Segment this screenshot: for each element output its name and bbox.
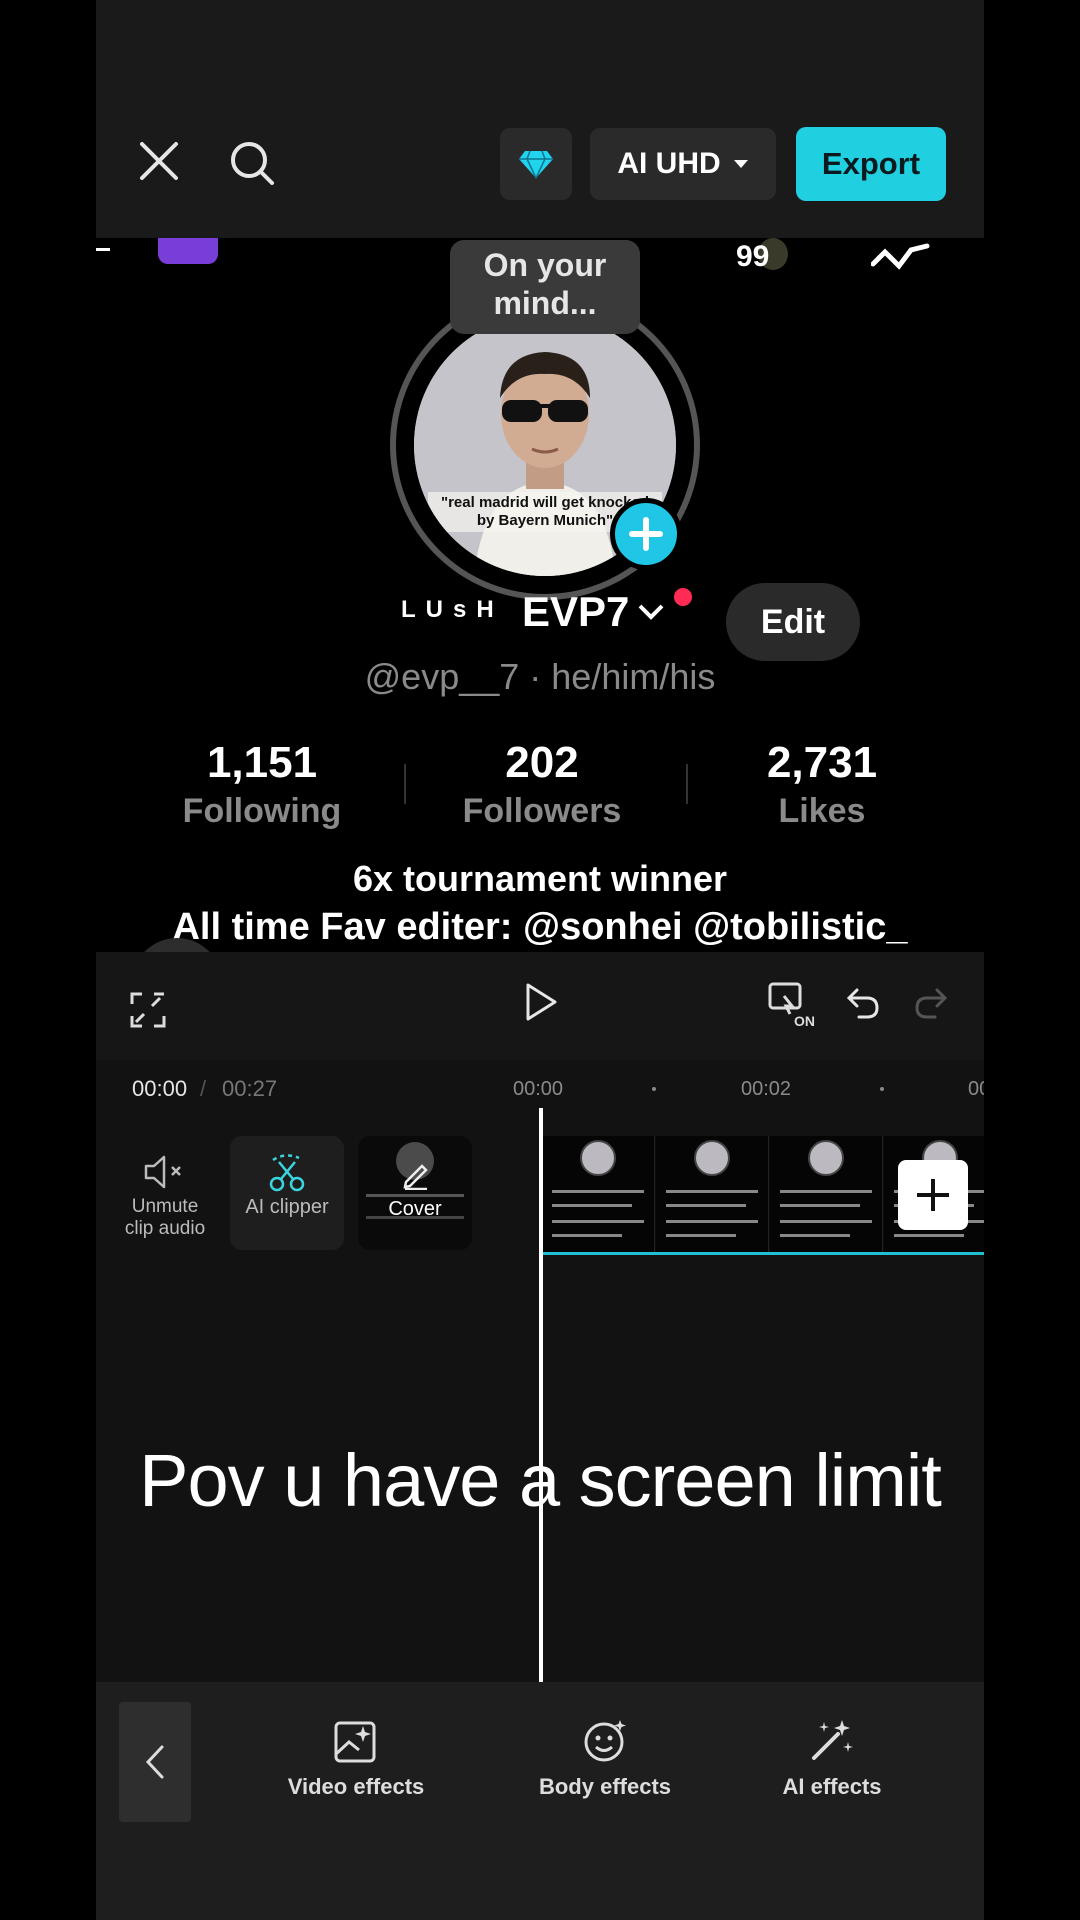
profile-handle: @evp__7 · he/him/his xyxy=(364,656,716,697)
ai-clipper-button[interactable]: AI clipper xyxy=(230,1136,344,1250)
unmute-clip-audio-button[interactable]: Unmute clip audio xyxy=(108,1136,222,1250)
edit-profile-button: Edit xyxy=(726,583,860,661)
chevron-left-icon xyxy=(145,1745,164,1779)
pencil-icon xyxy=(403,1164,428,1190)
chevron-down-icon xyxy=(638,604,664,620)
ruler-dot xyxy=(652,1087,656,1091)
clip-frame xyxy=(656,1136,769,1252)
profile-username: EVP7 xyxy=(522,588,665,636)
play-button[interactable] xyxy=(524,982,558,1027)
playback-controls: ON xyxy=(96,952,984,1060)
ai-effects-button[interactable]: AI effects xyxy=(744,1712,920,1800)
image-sparkle-icon xyxy=(334,1721,376,1763)
ruler-tick: 00:00 xyxy=(513,1078,564,1100)
count-badge: 99 xyxy=(736,240,770,273)
video-editor: AI UHD Export 99 "real madrid will get k… xyxy=(96,0,984,1920)
back-button[interactable] xyxy=(119,1702,191,1822)
close-icon[interactable] xyxy=(138,140,180,182)
stat-label: Followers xyxy=(462,792,622,830)
total-time: 00:27 xyxy=(222,1076,278,1101)
face-sparkle-icon xyxy=(584,1720,626,1762)
ruler-dot xyxy=(880,1087,884,1091)
export-button[interactable]: Export xyxy=(796,127,946,201)
playhead[interactable] xyxy=(539,1108,543,1682)
bio-line: All time Fav editer: @sonhei @tobilistic… xyxy=(172,906,908,948)
magic-wand-icon xyxy=(812,1720,853,1760)
ruler-tick: 00 xyxy=(968,1078,984,1100)
trend-icon xyxy=(870,242,931,275)
scissors-icon xyxy=(269,1154,305,1192)
bottom-toolbar: Video effects Body effects AI effects xyxy=(96,1682,984,1920)
note-bubble: On your mind... xyxy=(450,240,640,334)
username-text: EVP7 xyxy=(522,588,630,635)
redo-icon[interactable] xyxy=(913,986,949,1025)
body-effects-button[interactable]: Body effects xyxy=(512,1712,698,1800)
resolution-dropdown[interactable]: AI UHD xyxy=(590,128,776,200)
video-effects-button[interactable]: Video effects xyxy=(258,1712,454,1800)
stat-value: 1,151 xyxy=(206,738,318,787)
resolution-label: AI UHD xyxy=(617,147,721,180)
tool-label: clip audio xyxy=(124,1218,206,1239)
stat-following: 1,151 Following xyxy=(132,738,392,831)
video-preview[interactable]: 99 "real madrid will get knocked by Baye… xyxy=(96,238,984,952)
toolbar-label: Video effects xyxy=(287,1774,425,1799)
plus-icon xyxy=(629,517,663,551)
tool-label: AI clipper xyxy=(245,1196,329,1218)
stat-value: 2,731 xyxy=(766,738,878,787)
stat-followers: 202 Followers xyxy=(412,738,672,831)
clip-frame xyxy=(770,1136,883,1252)
partial-icon xyxy=(96,248,110,261)
diamond-icon xyxy=(519,150,553,179)
ruler-tick: 00:02 xyxy=(741,1078,792,1100)
time-separator: / xyxy=(200,1076,207,1101)
fullscreen-icon[interactable] xyxy=(130,992,166,1033)
notification-dot xyxy=(674,588,692,606)
premium-diamond-button[interactable] xyxy=(500,128,572,200)
plus-icon xyxy=(917,1179,949,1211)
search-icon[interactable] xyxy=(229,140,275,186)
clip-frame xyxy=(542,1136,655,1252)
top-bar: AI UHD Export xyxy=(96,0,984,238)
tool-label: Unmute xyxy=(131,1196,199,1217)
toolbar-label: Body effects xyxy=(538,1774,672,1799)
undo-icon[interactable] xyxy=(845,986,881,1025)
cover-thumbnail[interactable]: Cover xyxy=(358,1136,472,1250)
current-time: 00:00 xyxy=(132,1076,188,1101)
cover-label: Cover xyxy=(388,1198,442,1220)
speaker-muted-icon xyxy=(144,1155,181,1189)
caret-down-icon xyxy=(733,160,748,168)
add-story-button xyxy=(610,498,682,570)
toolbar-label: AI effects xyxy=(782,1774,882,1799)
bio-line: 6x tournament winner xyxy=(352,858,728,899)
purple-badge xyxy=(158,238,218,264)
stat-label: Likes xyxy=(778,792,866,830)
svg-text:ON: ON xyxy=(794,1013,815,1028)
toggle-on-icon[interactable]: ON xyxy=(768,980,820,1033)
stat-divider xyxy=(404,764,406,804)
play-icon xyxy=(526,983,557,1021)
stat-value: 202 xyxy=(505,738,579,787)
add-clip-button[interactable] xyxy=(898,1160,968,1230)
stat-label: Following xyxy=(182,792,342,830)
name-prefix: LUsH xyxy=(401,596,504,623)
stat-divider xyxy=(686,764,688,804)
stat-likes: 2,731 Likes xyxy=(692,738,952,831)
